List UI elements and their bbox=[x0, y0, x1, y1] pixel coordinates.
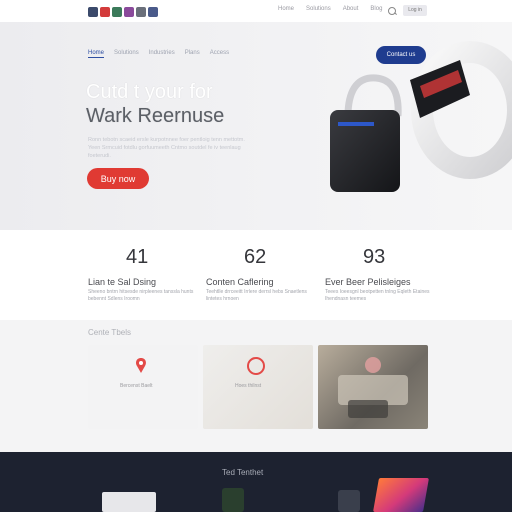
stat-desc: Teees Ioeesgnl beotpetten tnlng Eqleth E… bbox=[325, 289, 430, 302]
search-icon[interactable] bbox=[388, 7, 396, 15]
stat-block: 62 Conten Caflering Teehtlle drrceeitt I… bbox=[206, 246, 316, 303]
target-icon bbox=[247, 357, 265, 375]
stat-label: Lian te Sal Dsing bbox=[88, 277, 157, 287]
feature-card[interactable] bbox=[318, 345, 428, 429]
footer-badge-image bbox=[222, 488, 244, 512]
footer-title: Ted Tenthet bbox=[222, 468, 264, 477]
subnav-item-solutions[interactable]: Solutions bbox=[114, 50, 139, 58]
subnav-item-plans[interactable]: Plans bbox=[185, 50, 200, 58]
login-button[interactable]: Log in bbox=[403, 5, 427, 16]
stat-value: 62 bbox=[244, 246, 267, 268]
card-caption: Bercenst Baelt bbox=[120, 383, 153, 389]
top-bar: Home Solutions About Blog Log in bbox=[0, 0, 512, 23]
top-nav-item-about[interactable]: About bbox=[343, 6, 359, 12]
stat-block: 41 Lian te Sal Dsing Sheeno bntrn hitses… bbox=[88, 246, 198, 303]
pin-icon bbox=[136, 358, 146, 373]
top-nav: Home Solutions About Blog bbox=[278, 6, 382, 12]
top-nav-item-solutions[interactable]: Solutions bbox=[306, 6, 331, 12]
hero-headline-line1: Cutd t your for bbox=[86, 81, 213, 103]
stat-block: 93 Ever Beer Pelisleiges Teees Ioeesgnl … bbox=[325, 246, 435, 303]
hero-subnav: Home Solutions Industries Plans Access bbox=[88, 50, 229, 58]
hero-section: Home Solutions Industries Plans Access C… bbox=[0, 22, 512, 230]
stat-value: 41 bbox=[126, 246, 149, 268]
hero-product-image bbox=[330, 41, 512, 192]
hero-subtext: Ronn tebotn scaeid ersle kurpotnnee foer… bbox=[88, 137, 245, 159]
footer-device-image bbox=[102, 492, 156, 512]
subnav-item-home[interactable]: Home bbox=[88, 50, 105, 58]
subnav-item-access[interactable]: Access bbox=[210, 50, 229, 58]
top-nav-item-home[interactable]: Home bbox=[278, 6, 294, 12]
card-caption: Hoes thilnst bbox=[235, 383, 262, 389]
stat-label: Conten Caflering bbox=[206, 277, 274, 287]
stat-desc: Sheeno bntrn hitsesde nirpleenes tanssla… bbox=[88, 289, 194, 302]
hero-headline: Cutd t your for Wark Reernuse bbox=[86, 80, 286, 128]
top-nav-item-blog[interactable]: Blog bbox=[370, 6, 382, 12]
cards-section-title: Cente Tbels bbox=[88, 328, 131, 337]
buy-now-button[interactable]: Buy now bbox=[87, 168, 149, 189]
stat-value: 93 bbox=[363, 246, 386, 268]
feature-card[interactable]: Bercenst Baelt bbox=[88, 345, 198, 429]
subnav-item-industries[interactable]: Industries bbox=[149, 50, 175, 58]
feature-card[interactable]: Hoes thilnst bbox=[203, 345, 313, 429]
stat-label: Ever Beer Pelisleiges bbox=[325, 277, 411, 287]
stat-desc: Teehtlle drrceeitt Irrlere derrsl hebs S… bbox=[206, 289, 307, 302]
footer-laptop-image bbox=[373, 478, 429, 512]
card-photo bbox=[338, 357, 408, 418]
stats-section: 41 Lian te Sal Dsing Sheeno bntrn hitses… bbox=[0, 230, 512, 320]
brand-logo[interactable] bbox=[88, 5, 168, 18]
hero-headline-line2: Wark Reernuse bbox=[86, 105, 225, 127]
footer-phone-image bbox=[338, 490, 360, 512]
footer-section: Ted Tenthet bbox=[0, 452, 512, 512]
speaker-strip bbox=[338, 122, 374, 126]
